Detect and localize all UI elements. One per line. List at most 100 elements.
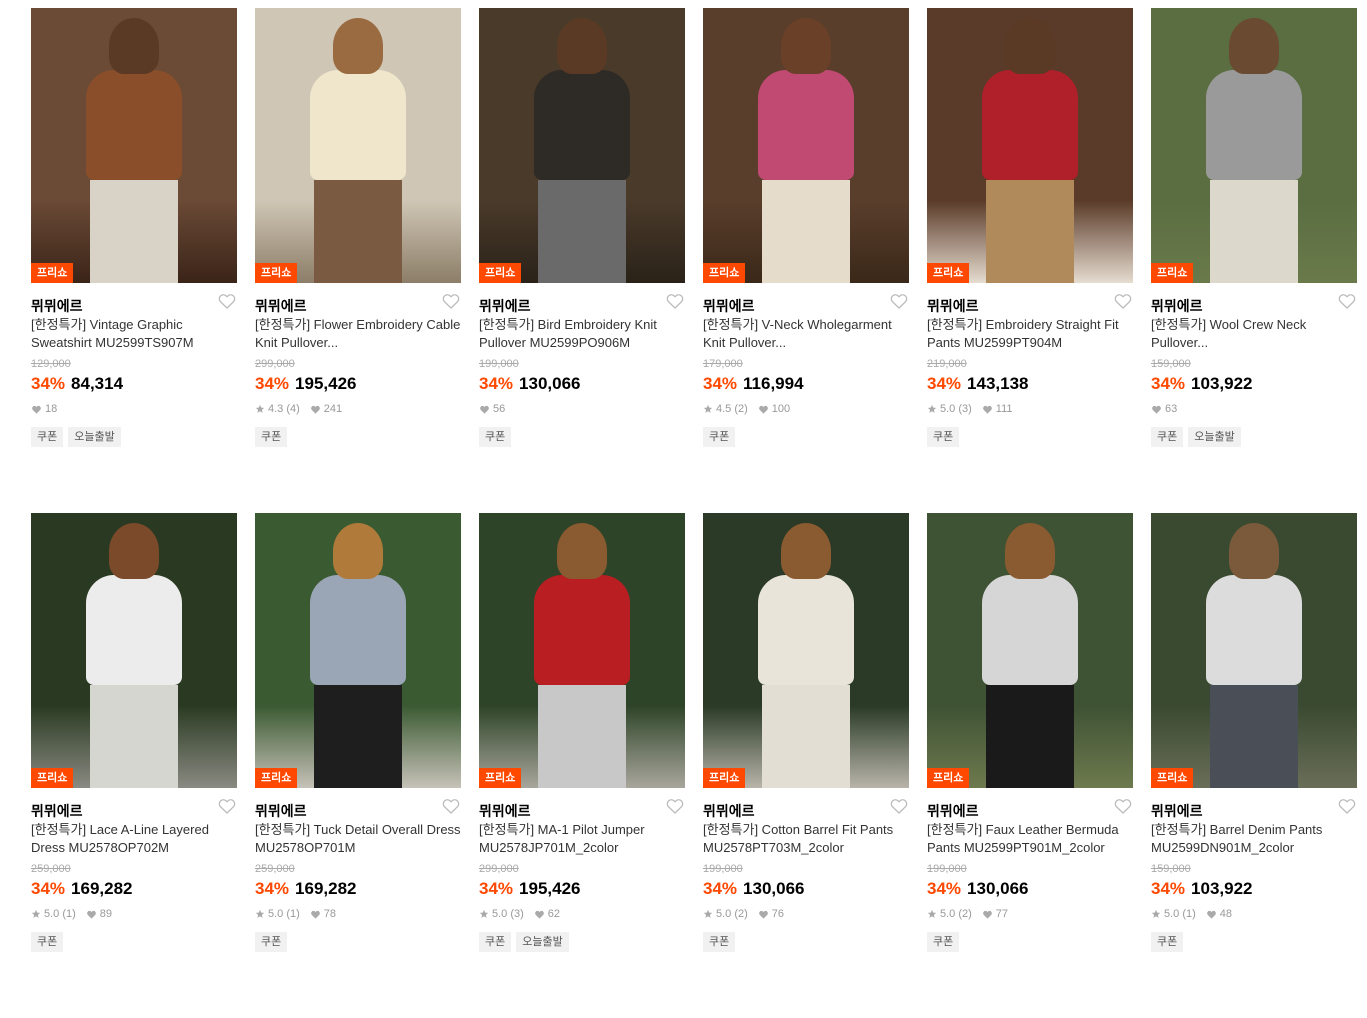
star-icon [255, 909, 265, 918]
product-card[interactable]: 프리쇼 뮈뮈에르 [한정특가] Flower Embroidery Cable … [255, 8, 461, 513]
like-button[interactable] [441, 291, 461, 311]
rating-value: 5.0 (1) [44, 908, 76, 920]
product-image[interactable]: 프리쇼 [31, 8, 237, 283]
product-image[interactable]: 프리쇼 [479, 513, 685, 788]
product-card[interactable]: 프리쇼 뮈뮈에르 [한정특가] V-Neck Wholegarment Knit… [703, 8, 909, 513]
model-bottom [314, 180, 402, 283]
brand-name[interactable]: 뮈뮈에르 [479, 799, 531, 823]
product-image[interactable]: 프리쇼 [927, 513, 1133, 788]
star-icon [927, 909, 937, 918]
product-image[interactable]: 프리쇼 [255, 513, 461, 788]
brand-name[interactable]: 뮈뮈에르 [703, 294, 755, 318]
like-button[interactable] [1337, 796, 1357, 816]
product-title[interactable]: [한정특가] Barrel Denim Pants MU2599DN901M_2… [1151, 821, 1357, 857]
model-bottom [1210, 180, 1298, 283]
brand-name[interactable]: 뮈뮈에르 [255, 294, 307, 318]
product-card[interactable]: 프리쇼 뮈뮈에르 [한정특가] Faux Leather Bermuda Pan… [927, 513, 1133, 1018]
product-image[interactable]: 프리쇼 [255, 8, 461, 283]
product-title[interactable]: [한정특가] V-Neck Wholegarment Knit Pullover… [703, 316, 909, 352]
tag-chip: 쿠폰 [255, 932, 288, 952]
brand-row: 뮈뮈에르 [31, 294, 237, 321]
product-title[interactable]: [한정특가] Tuck Detail Overall Dress MU2578O… [255, 821, 461, 857]
model-head [1005, 523, 1055, 579]
preshow-badge: 프리쇼 [255, 263, 298, 283]
model-figure [982, 523, 1078, 788]
brand-name[interactable]: 뮈뮈에르 [1151, 294, 1203, 318]
rating: 4.5 (2) [703, 401, 748, 417]
like-button[interactable] [889, 291, 909, 311]
product-image[interactable]: 프리쇼 [31, 513, 237, 788]
product-title[interactable]: [한정특가] Embroidery Straight Fit Pants MU2… [927, 316, 1133, 352]
like-button[interactable] [665, 291, 685, 311]
like-count: 18 [31, 401, 57, 417]
like-button[interactable] [217, 796, 237, 816]
product-title[interactable]: [한정특가] Cotton Barrel Fit Pants MU2578PT7… [703, 821, 909, 857]
preshow-badge: 프리쇼 [1151, 263, 1194, 283]
brand-name[interactable]: 뮈뮈에르 [255, 799, 307, 823]
like-button[interactable] [217, 291, 237, 311]
brand-name[interactable]: 뮈뮈에르 [927, 799, 979, 823]
model-top [982, 575, 1078, 685]
brand-name[interactable]: 뮈뮈에르 [31, 799, 83, 823]
product-image[interactable]: 프리쇼 [927, 8, 1133, 283]
like-button[interactable] [1113, 796, 1133, 816]
product-title[interactable]: [한정특가] Flower Embroidery Cable Knit Pull… [255, 316, 461, 352]
product-card[interactable]: 프리쇼 뮈뮈에르 [한정특가] Vintage Graphic Sweatshi… [31, 8, 237, 513]
model-hair [557, 523, 607, 579]
product-image[interactable]: 프리쇼 [703, 8, 909, 283]
original-price: 299,000 [255, 358, 295, 370]
model-figure [1206, 523, 1302, 788]
like-button[interactable] [441, 796, 461, 816]
product-card[interactable]: 프리쇼 뮈뮈에르 [한정특가] Wool Crew Neck Pullover.… [1151, 8, 1357, 513]
price-row: 34% 195,426 [255, 373, 461, 395]
tag-chip: 오늘출발 [68, 427, 121, 447]
like-count: 100 [758, 401, 790, 417]
brand-name[interactable]: 뮈뮈에르 [479, 294, 531, 318]
tag-chip: 쿠폰 [479, 932, 512, 952]
product-card[interactable]: 프리쇼 뮈뮈에르 [한정특가] Lace A-Line Layered Dres… [31, 513, 237, 1018]
product-image[interactable]: 프리쇼 [479, 8, 685, 283]
brand-name[interactable]: 뮈뮈에르 [927, 294, 979, 318]
tag-list: 쿠폰 [255, 427, 461, 447]
product-title[interactable]: [한정특가] Faux Leather Bermuda Pants MU2599… [927, 821, 1133, 857]
product-card[interactable]: 프리쇼 뮈뮈에르 [한정특가] Embroidery Straight Fit … [927, 8, 1133, 513]
rating-value: 4.3 (4) [268, 403, 300, 415]
product-card[interactable]: 프리쇼 뮈뮈에르 [한정특가] Barrel Denim Pants MU259… [1151, 513, 1357, 1018]
heart-outline-icon [442, 799, 460, 814]
product-image[interactable]: 프리쇼 [703, 513, 909, 788]
brand-row: 뮈뮈에르 [703, 294, 909, 321]
preshow-badge: 프리쇼 [1151, 768, 1194, 788]
like-button[interactable] [1337, 291, 1357, 311]
rating: 5.0 (3) [479, 906, 524, 922]
product-card[interactable]: 프리쇼 뮈뮈에르 [한정특가] Tuck Detail Overall Dres… [255, 513, 461, 1018]
product-card[interactable]: 프리쇼 뮈뮈에르 [한정특가] Bird Embroidery Knit Pul… [479, 8, 685, 513]
like-button[interactable] [889, 796, 909, 816]
rating-value: 5.0 (2) [716, 908, 748, 920]
model-hair [557, 18, 607, 74]
brand-name[interactable]: 뮈뮈에르 [1151, 799, 1203, 823]
product-title[interactable]: [한정특가] Wool Crew Neck Pullover... [1151, 316, 1357, 352]
product-image[interactable]: 프리쇼 [1151, 513, 1357, 788]
product-image[interactable]: 프리쇼 [1151, 8, 1357, 283]
model-top [310, 70, 406, 180]
model-hair [1229, 523, 1279, 579]
tag-chip: 오늘출발 [516, 932, 569, 952]
product-title[interactable]: [한정특가] Lace A-Line Layered Dress MU2578O… [31, 821, 237, 857]
brand-name[interactable]: 뮈뮈에르 [703, 799, 755, 823]
like-button[interactable] [1113, 291, 1133, 311]
like-count: 76 [758, 906, 784, 922]
product-title[interactable]: [한정특가] MA-1 Pilot Jumper MU2578JP701M_2c… [479, 821, 685, 857]
product-title[interactable]: [한정특가] Bird Embroidery Knit Pullover MU2… [479, 316, 685, 352]
model-figure [1206, 18, 1302, 283]
like-button[interactable] [665, 796, 685, 816]
model-head [333, 18, 383, 74]
product-card[interactable]: 프리쇼 뮈뮈에르 [한정특가] MA-1 Pilot Jumper MU2578… [479, 513, 685, 1018]
product-card[interactable]: 프리쇼 뮈뮈에르 [한정특가] Cotton Barrel Fit Pants … [703, 513, 909, 1018]
model-top [86, 575, 182, 685]
model-bottom [986, 685, 1074, 788]
brand-name[interactable]: 뮈뮈에르 [31, 294, 83, 318]
model-top [758, 70, 854, 180]
price-row: 34% 116,994 [703, 373, 909, 395]
heart-filled-icon [86, 910, 96, 919]
product-title[interactable]: [한정특가] Vintage Graphic Sweatshirt MU2599… [31, 316, 237, 352]
